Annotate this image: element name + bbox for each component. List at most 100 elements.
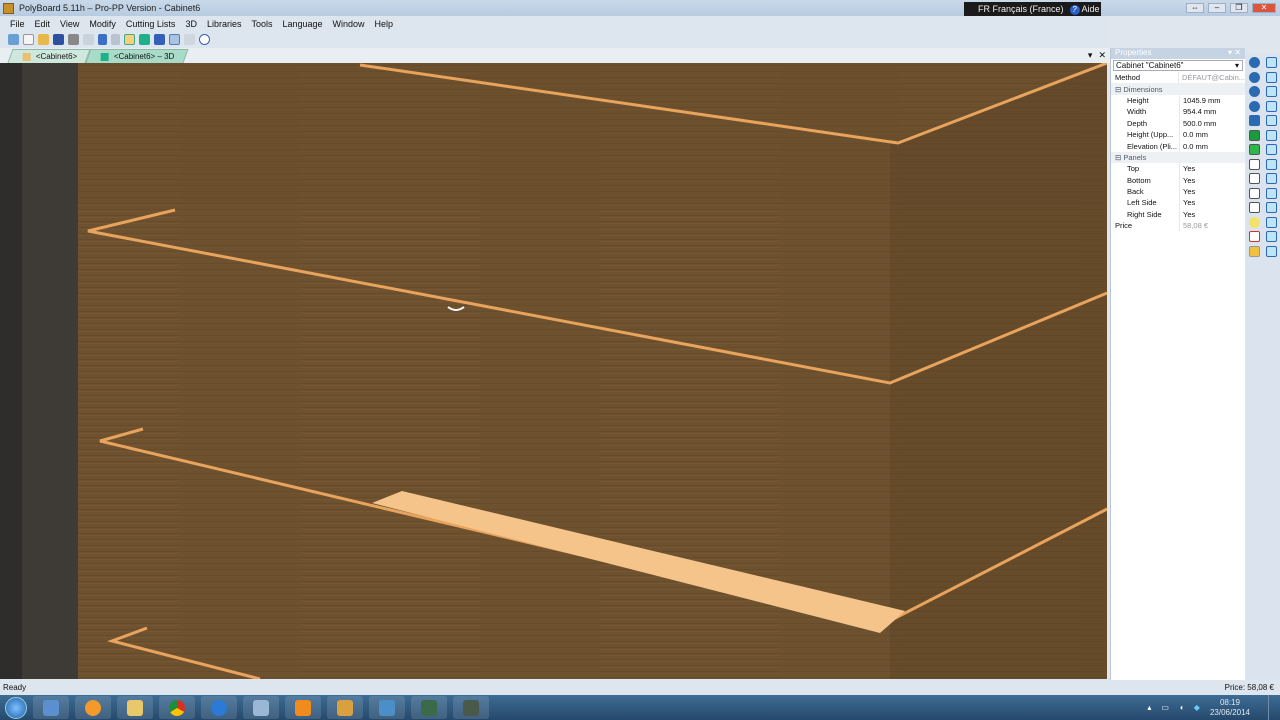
close-button[interactable]: ✕ [1252, 3, 1276, 13]
property-value[interactable]: Yes [1179, 174, 1245, 186]
sync-icon[interactable]: ◆ [1194, 703, 1200, 712]
texture-icon[interactable] [1249, 245, 1260, 257]
iso-cube-icon[interactable] [1266, 158, 1277, 170]
taskbar-chrome[interactable] [159, 696, 195, 719]
property-value[interactable]: 0.0 mm [1179, 128, 1245, 141]
property-row[interactable]: Bottom Yes [1111, 174, 1245, 186]
rotate-down-icon[interactable] [1249, 100, 1260, 112]
undo-icon[interactable] [98, 34, 107, 45]
menu-window[interactable]: Window [333, 19, 365, 29]
property-row[interactable]: Back Yes [1111, 185, 1245, 198]
render-icon[interactable] [154, 34, 165, 45]
taskbar-app[interactable] [201, 696, 237, 719]
iso-view-icon[interactable] [1249, 173, 1260, 184]
cube-view-icon[interactable] [1266, 86, 1277, 97]
category-dimensions[interactable]: ⊟ Dimensions [1111, 83, 1245, 95]
3d-view-icon[interactable] [139, 34, 150, 45]
menu-tools[interactable]: Tools [251, 19, 272, 29]
taskbar-app[interactable] [369, 696, 405, 719]
3d-viewport[interactable] [0, 63, 1107, 679]
collapse-icon[interactable]: ⊟ [1111, 85, 1123, 94]
property-row[interactable]: Right Side Yes [1111, 208, 1245, 221]
taskbar-pdf[interactable] [285, 696, 321, 719]
light-bulb-icon[interactable] [1249, 216, 1260, 228]
rotate-left-icon[interactable] [1249, 57, 1260, 68]
property-row[interactable]: Elevation (Pli... 0.0 mm [1111, 140, 1245, 152]
property-row[interactable]: Top Yes [1111, 163, 1245, 175]
side-view-icon[interactable] [1249, 187, 1260, 199]
auto-rotate-icon[interactable] [1249, 115, 1260, 126]
property-value[interactable]: DÉFAUT@Cabin... [1177, 72, 1245, 84]
new-project-icon[interactable] [8, 34, 19, 45]
wireframe-icon[interactable] [169, 34, 180, 45]
collapse-icon[interactable]: ⊟ [1111, 153, 1123, 162]
network-icon[interactable]: ▭ [1161, 703, 1169, 712]
iso-cube-icon[interactable] [1266, 231, 1277, 242]
show-hidden-icons[interactable]: ▴ [1147, 703, 1151, 712]
language-label[interactable]: FR Français (France) [978, 4, 1064, 14]
taskbar-app[interactable] [33, 696, 69, 719]
rotate-right-icon[interactable] [1249, 71, 1260, 83]
maximize-button[interactable]: ❐ [1230, 3, 1248, 13]
category-panels[interactable]: ⊟ Panels [1111, 151, 1245, 164]
minimize-button[interactable]: – [1208, 3, 1226, 13]
taskbar-app[interactable] [411, 696, 447, 719]
property-row[interactable]: Left Side Yes [1111, 197, 1245, 209]
property-value[interactable]: 954.4 mm [1179, 106, 1245, 118]
taskbar-media-player[interactable] [75, 696, 111, 719]
iso-cube-icon[interactable] [1266, 187, 1277, 199]
menu-cutting-lists[interactable]: Cutting Lists [126, 19, 176, 29]
cube-view-icon[interactable] [1266, 100, 1277, 112]
cube-view-icon[interactable] [1266, 115, 1277, 126]
explode-view-icon[interactable] [1249, 231, 1260, 242]
property-value[interactable]: Yes [1179, 163, 1245, 175]
taskbar-explorer[interactable] [117, 696, 153, 719]
iso-cube-icon[interactable] [1266, 144, 1277, 155]
taskbar-app[interactable] [453, 696, 489, 719]
help-button[interactable]: ? Aide [1069, 4, 1100, 15]
volume-icon[interactable]: ◖ [1179, 703, 1184, 712]
start-button[interactable] [5, 696, 27, 719]
menu-help[interactable]: Help [375, 19, 394, 29]
menu-file[interactable]: File [10, 19, 25, 29]
tab-list-icon[interactable]: ▾ [1088, 50, 1093, 61]
cabinet-3d-render[interactable] [0, 63, 1107, 679]
menu-edit[interactable]: Edit [35, 19, 51, 29]
property-value[interactable]: Yes [1179, 197, 1245, 209]
taskbar-app[interactable] [243, 696, 279, 719]
tab-cabinet6[interactable]: <Cabinet6> [7, 49, 91, 63]
iso-cube-icon[interactable] [1266, 245, 1277, 257]
close-tab-icon[interactable]: ✕ [1098, 50, 1106, 61]
property-row[interactable]: Height (Upp... 0.0 mm [1111, 128, 1245, 141]
panel-controls[interactable]: ▾ ✕ [1228, 48, 1241, 59]
property-value[interactable]: Yes [1179, 185, 1245, 198]
rotate-up-icon[interactable] [1249, 86, 1260, 97]
front-view-icon[interactable] [1249, 158, 1260, 170]
show-desktop-button[interactable] [1268, 695, 1280, 720]
clock[interactable]: 08:19 23/06/2014 [1210, 698, 1250, 718]
redo-icon[interactable] [111, 34, 120, 45]
property-row[interactable]: Width 954.4 mm [1111, 106, 1245, 118]
cube-view-icon[interactable] [1266, 71, 1277, 83]
solid-view-icon[interactable] [1249, 129, 1260, 141]
new-file-icon[interactable] [23, 34, 34, 45]
iso-cube-icon[interactable] [1266, 202, 1277, 213]
properties-icon[interactable] [124, 34, 135, 45]
info-icon[interactable] [199, 34, 210, 45]
language-bar[interactable]: FR Français (France) ? Aide [964, 2, 1101, 16]
property-value[interactable]: Yes [1179, 208, 1245, 221]
cube-view-icon[interactable] [1266, 129, 1277, 141]
print-preview-icon[interactable] [83, 34, 94, 45]
property-value[interactable]: 1045.9 mm [1179, 94, 1245, 107]
menu-libraries[interactable]: Libraries [207, 19, 242, 29]
property-row-method[interactable]: Method DÉFAUT@Cabin... [1111, 72, 1245, 84]
menu-view[interactable]: View [60, 19, 79, 29]
object-selector[interactable]: Cabinet "Cabinet6" ▾ [1113, 60, 1243, 71]
iso-cube-icon[interactable] [1266, 216, 1277, 228]
taskbar-polyboard[interactable] [327, 696, 363, 719]
save-icon[interactable] [53, 34, 64, 45]
cube-view-icon[interactable] [1266, 57, 1277, 68]
explode-icon[interactable] [184, 34, 195, 45]
property-row-price[interactable]: Price 58,08 € [1111, 220, 1245, 232]
property-row[interactable]: Height 1045.9 mm [1111, 94, 1245, 107]
